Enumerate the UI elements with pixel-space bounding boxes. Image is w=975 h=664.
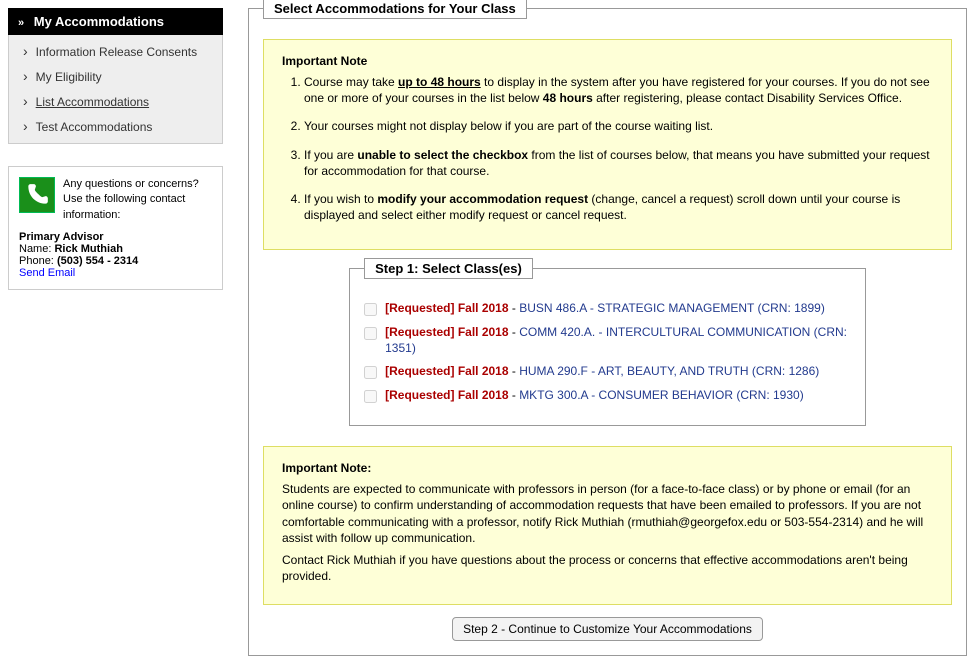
- nav-header: » My Accommodations: [8, 8, 223, 35]
- nav-body: › Information Release Consents › My Elig…: [8, 35, 223, 144]
- term-label: Fall 2018: [458, 388, 509, 402]
- separator: -: [509, 301, 520, 315]
- contact-name: Rick Muthiah: [54, 243, 122, 255]
- contact-name-label: Name:: [19, 243, 51, 255]
- important-note-bottom: Important Note: Students are expected to…: [263, 446, 952, 605]
- note-header: Important Note:: [282, 461, 933, 475]
- requested-tag: [Requested]: [385, 388, 454, 402]
- note-emphasis: 48 hours: [543, 91, 593, 105]
- note-text: If you wish to: [304, 192, 377, 206]
- note-item: If you are unable to select the checkbox…: [304, 147, 933, 179]
- note-text: If you are: [304, 148, 357, 162]
- sidebar-item-test-accommodations[interactable]: › Test Accommodations: [9, 114, 222, 139]
- class-row: [Requested] Fall 2018 - MKTG 300.A - CON…: [364, 388, 851, 404]
- chevron-double-down-icon: »: [18, 17, 24, 29]
- nav-header-title: My Accommodations: [34, 14, 164, 29]
- class-row: [Requested] Fall 2018 - HUMA 290.F - ART…: [364, 364, 851, 380]
- sidebar-item-label: Test Accommodations: [36, 120, 153, 134]
- sidebar-item-label: List Accommodations: [36, 95, 149, 109]
- contact-phone: (503) 554 - 2314: [57, 255, 138, 267]
- class-checkbox[interactable]: [364, 390, 377, 403]
- sidebar-item-label: My Eligibility: [36, 70, 102, 84]
- note-paragraph: Contact Rick Muthiah if you have questio…: [282, 552, 933, 584]
- phone-icon: [19, 177, 55, 213]
- sidebar: » My Accommodations › Information Releas…: [8, 8, 223, 656]
- step1-box: Step 1: Select Class(es) [Requested] Fal…: [349, 268, 866, 426]
- important-note-top: Important Note Course may take up to 48 …: [263, 39, 952, 250]
- separator: -: [509, 388, 520, 402]
- main-content: Select Accommodations for Your Class Imp…: [248, 8, 967, 656]
- step1-legend: Step 1: Select Class(es): [364, 258, 533, 279]
- course-title: HUMA 290.F - ART, BEAUTY, AND TRUTH (CRN…: [519, 364, 819, 378]
- chevron-right-icon: ›: [23, 44, 28, 58]
- chevron-right-icon: ›: [23, 94, 28, 108]
- note-item: If you wish to modify your accommodation…: [304, 191, 933, 223]
- requested-tag: [Requested]: [385, 301, 454, 315]
- sidebar-item-list-accommodations[interactable]: › List Accommodations: [9, 89, 222, 114]
- course-title: BUSN 486.A - STRATEGIC MANAGEMENT (CRN: …: [519, 301, 825, 315]
- note-emphasis: up to 48 hours: [398, 75, 481, 89]
- separator: -: [509, 325, 520, 339]
- course-title: MKTG 300.A - CONSUMER BEHAVIOR (CRN: 193…: [519, 388, 804, 402]
- chevron-right-icon: ›: [23, 69, 28, 83]
- section-legend: Select Accommodations for Your Class: [263, 0, 527, 19]
- note-header: Important Note: [282, 54, 933, 68]
- class-checkbox[interactable]: [364, 303, 377, 316]
- class-checkbox[interactable]: [364, 366, 377, 379]
- class-row: [Requested] Fall 2018 - COMM 420.A. - IN…: [364, 325, 851, 356]
- chevron-right-icon: ›: [23, 119, 28, 133]
- select-accommodations-section: Select Accommodations for Your Class Imp…: [248, 8, 967, 656]
- step2-continue-button[interactable]: Step 2 - Continue to Customize Your Acco…: [452, 617, 763, 641]
- contact-box: Any questions or concerns? Use the follo…: [8, 166, 223, 290]
- class-checkbox[interactable]: [364, 327, 377, 340]
- note-text: after registering, please contact Disabi…: [593, 91, 902, 105]
- sidebar-item-label: Information Release Consents: [36, 45, 197, 59]
- course-title: COMM 420.A. - INTERCULTURAL COMMUNICATIO…: [385, 325, 847, 355]
- sidebar-item-my-eligibility[interactable]: › My Eligibility: [9, 64, 222, 89]
- requested-tag: [Requested]: [385, 364, 454, 378]
- term-label: Fall 2018: [458, 325, 509, 339]
- contact-question: Any questions or concerns? Use the follo…: [63, 177, 212, 223]
- term-label: Fall 2018: [458, 301, 509, 315]
- note-item: Your courses might not display below if …: [304, 118, 933, 134]
- note-emphasis: unable to select the checkbox: [357, 148, 528, 162]
- contact-email-link[interactable]: Send Email: [19, 267, 75, 279]
- note-emphasis: modify your accommodation request: [377, 192, 588, 206]
- sidebar-item-info-release[interactable]: › Information Release Consents: [9, 39, 222, 64]
- contact-phone-label: Phone:: [19, 255, 54, 267]
- note-text: Course may take: [304, 75, 398, 89]
- note-item: Course may take up to 48 hours to displa…: [304, 74, 933, 106]
- separator: -: [509, 364, 520, 378]
- note-paragraph: Students are expected to communicate wit…: [282, 481, 933, 546]
- class-row: [Requested] Fall 2018 - BUSN 486.A - STR…: [364, 301, 851, 317]
- term-label: Fall 2018: [458, 364, 509, 378]
- primary-advisor-label: Primary Advisor: [19, 231, 104, 243]
- requested-tag: [Requested]: [385, 325, 454, 339]
